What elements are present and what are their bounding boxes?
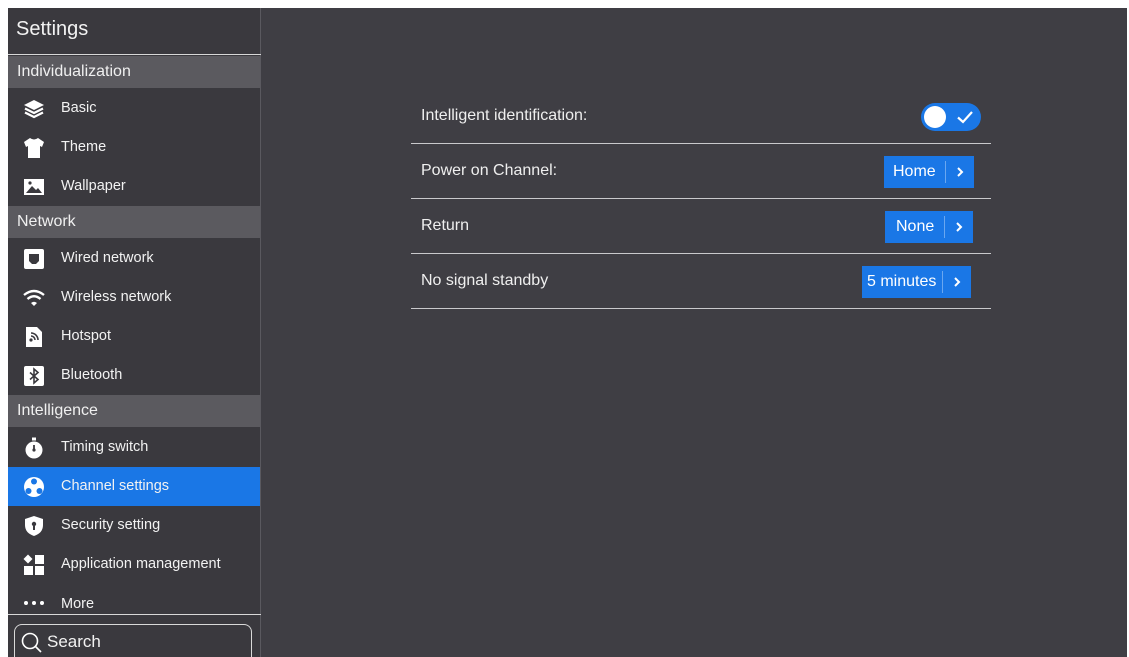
sidebar-item-wallpaper[interactable]: Wallpaper bbox=[8, 167, 260, 206]
setting-label: No signal standby bbox=[421, 272, 549, 289]
sidebar-item-label: Wallpaper bbox=[61, 178, 126, 194]
section-intelligence: Intelligence bbox=[8, 395, 260, 427]
sidebar-item-timing-switch[interactable]: Timing switch bbox=[8, 428, 260, 467]
sidebar-item-label: Security setting bbox=[61, 517, 161, 533]
ethernet-icon bbox=[23, 248, 45, 270]
chevron-right-icon bbox=[946, 156, 974, 188]
sidebar-item-hotspot[interactable]: Hotspot bbox=[8, 317, 260, 356]
layers-icon bbox=[23, 98, 45, 120]
sidebar-item-application-management[interactable]: Application management bbox=[8, 545, 260, 584]
return-select[interactable]: None bbox=[885, 211, 974, 243]
bluetooth-icon bbox=[23, 365, 45, 387]
timer-icon bbox=[23, 437, 45, 459]
sidebar-item-label: Hotspot bbox=[61, 328, 111, 344]
divider bbox=[8, 54, 261, 55]
search-input[interactable]: Search bbox=[14, 624, 252, 657]
shield-icon bbox=[23, 515, 45, 537]
intelligent-identification-toggle[interactable] bbox=[921, 103, 981, 131]
setting-row-intelligent-identification: Intelligent identification: bbox=[411, 89, 991, 144]
search-label: Search bbox=[47, 632, 101, 651]
tshirt-icon bbox=[23, 137, 45, 159]
section-network: Network bbox=[8, 206, 260, 238]
sidebar-item-more[interactable]: More bbox=[8, 584, 260, 614]
sidebar-title: Settings bbox=[16, 18, 89, 40]
chevron-right-icon bbox=[945, 211, 973, 243]
sidebar-item-wireless-network[interactable]: Wireless network bbox=[8, 278, 260, 317]
setting-label: Return bbox=[421, 217, 470, 234]
sidebar-item-basic[interactable]: Basic bbox=[8, 89, 260, 128]
sidebar-item-wired-network[interactable]: Wired network bbox=[8, 239, 260, 278]
apps-icon bbox=[23, 554, 45, 576]
sidebar-item-label: Bluetooth bbox=[61, 367, 123, 383]
sidebar-item-label: Application management bbox=[61, 556, 221, 572]
sidebar-item-security-setting[interactable]: Security setting bbox=[8, 506, 260, 545]
sidebar-item-label: Wired network bbox=[61, 250, 154, 266]
check-icon bbox=[956, 109, 974, 125]
chevron-right-icon bbox=[943, 266, 971, 298]
sidebar-item-theme[interactable]: Theme bbox=[8, 128, 260, 167]
setting-row-return: Return None bbox=[411, 199, 991, 254]
sidebar: Settings Individualization Basic Theme W… bbox=[8, 8, 261, 657]
more-icon bbox=[23, 592, 45, 614]
section-individualization: Individualization bbox=[8, 56, 260, 88]
sidebar-item-label: Timing switch bbox=[61, 439, 149, 455]
power-on-channel-select[interactable]: Home bbox=[884, 156, 974, 188]
setting-label: Intelligent identification: bbox=[421, 107, 588, 124]
sidebar-item-label: Wireless network bbox=[61, 289, 172, 305]
no-signal-standby-select[interactable]: 5 minutes bbox=[862, 266, 972, 298]
wifi-icon bbox=[23, 287, 45, 309]
image-icon bbox=[23, 176, 45, 198]
divider bbox=[8, 614, 261, 615]
sidebar-item-label: Channel settings bbox=[61, 478, 170, 494]
setting-row-power-on-channel: Power on Channel: Home bbox=[411, 144, 991, 199]
sidebar-item-channel-settings[interactable]: Channel settings bbox=[8, 467, 260, 506]
search-icon bbox=[21, 632, 42, 653]
sidebar-item-label: Theme bbox=[61, 139, 107, 155]
settings-window: Settings Individualization Basic Theme W… bbox=[8, 8, 1127, 657]
sidebar-item-bluetooth[interactable]: Bluetooth bbox=[8, 356, 260, 395]
channel-icon bbox=[23, 476, 45, 498]
select-value: Home bbox=[893, 163, 936, 180]
setting-row-no-signal-standby: No signal standby 5 minutes bbox=[411, 254, 991, 309]
select-value: None bbox=[896, 218, 935, 235]
toggle-knob bbox=[924, 106, 946, 128]
select-value: 5 minutes bbox=[867, 273, 937, 290]
sidebar-item-label: Basic bbox=[61, 100, 97, 116]
sidebar-item-label: More bbox=[61, 596, 95, 612]
setting-label: Power on Channel: bbox=[421, 162, 558, 179]
hotspot-icon bbox=[23, 326, 45, 348]
